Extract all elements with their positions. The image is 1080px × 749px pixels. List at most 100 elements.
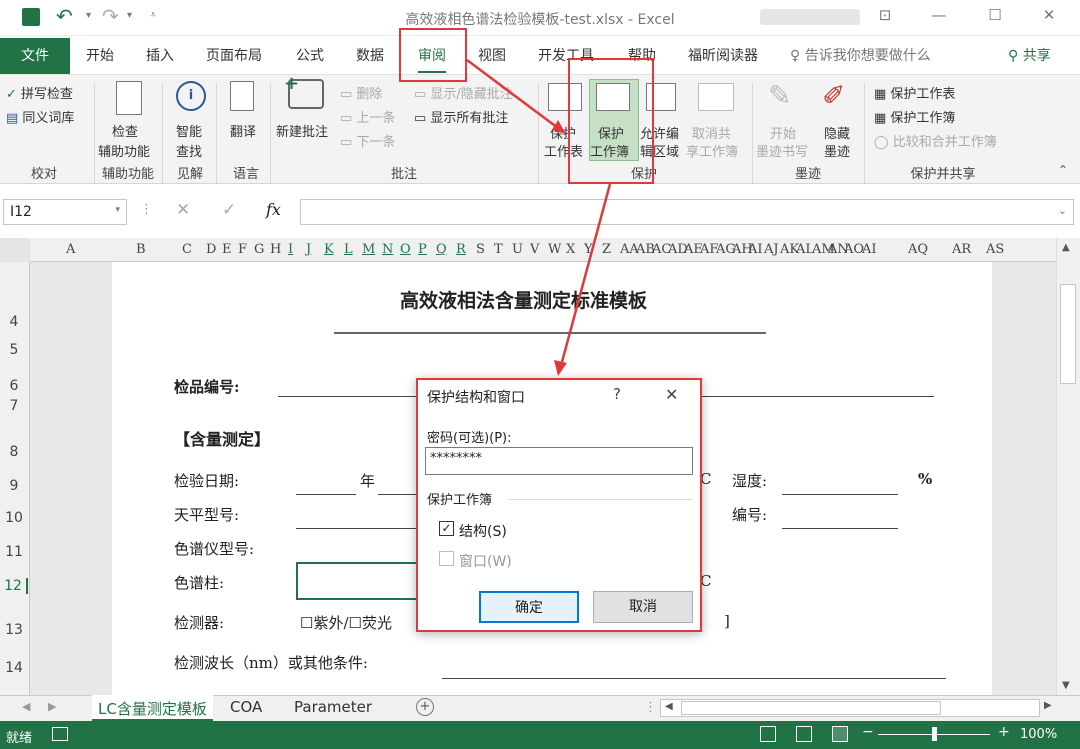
row-header-10[interactable]: 10 [0,510,28,526]
zoom-level[interactable]: 100% [1020,727,1057,742]
column-header-x[interactable]: X [566,242,575,257]
vertical-scrollbar[interactable]: ▲ ▼ [1056,238,1080,695]
column-header-b[interactable]: B [136,242,146,257]
tab-data[interactable]: 数据 [356,45,384,65]
column-header-v[interactable]: V [530,242,539,257]
delete-comment-button[interactable]: ▭ 删除 [340,83,382,102]
check-accessibility-icon[interactable] [116,81,142,115]
column-header-u[interactable]: U [512,242,523,257]
start-inking-label-1[interactable]: 开始 [770,123,796,142]
hide-ink-icon[interactable]: ✐ [822,79,845,112]
column-header-f[interactable]: F [238,242,247,257]
show-hide-comment-button[interactable]: ▭ 显示/隐藏批注 [414,83,513,102]
row-header-11[interactable]: 11 [0,544,28,560]
column-header-y[interactable]: Y [584,242,593,257]
expand-formula-bar-icon[interactable]: ⌄ [1058,204,1067,217]
column-header-r[interactable]: R [456,242,466,257]
column-header-a[interactable]: A [66,242,75,257]
active-cell-I12[interactable] [296,562,420,600]
enter-icon[interactable]: ✓ [222,200,236,220]
column-header-o[interactable]: O [400,242,411,257]
previous-comment-button[interactable]: ▭ 上一条 [340,107,395,126]
scroll-down-icon[interactable]: ▼ [1062,680,1070,691]
save-icon[interactable] [22,8,40,26]
scroll-thumb[interactable] [1060,284,1076,384]
column-header-ar[interactable]: AR [952,242,971,257]
column-header-l[interactable]: L [344,242,353,257]
column-header-c[interactable]: C [182,242,192,257]
column-header-j[interactable]: J [306,242,311,257]
unshare-workbook-icon[interactable] [698,83,734,111]
column-header-t[interactable]: T [494,242,503,257]
hscroll-left-icon[interactable]: ◀ [665,701,673,712]
cancel-icon[interactable]: ✕ [176,200,190,220]
column-header-g[interactable]: G [254,242,264,257]
zoom-in-icon[interactable]: + [998,724,1010,740]
scroll-up-icon[interactable]: ▲ [1062,242,1070,253]
redo-dropdown-icon[interactable]: ▾ [127,10,132,21]
column-header-aq[interactable]: AQ [908,242,928,257]
unshare-workbook-label-1[interactable]: 取消共 [692,123,731,142]
tab-insert[interactable]: 插入 [146,45,174,65]
check-accessibility-label-2[interactable]: 辅助功能 [98,141,150,160]
row-header-9[interactable]: 9 [0,478,28,494]
close-window-icon[interactable]: ✕ [1036,6,1062,26]
column-header-h[interactable]: H [270,242,281,257]
column-header-aj[interactable]: AJ [764,242,779,257]
tab-scroll-left-icon[interactable]: ◀ [22,700,30,713]
row-header-6[interactable]: 6 [0,378,28,394]
redo-icon[interactable]: ↷ [102,4,119,28]
column-header-s[interactable]: S [476,242,485,257]
zoom-slider-thumb[interactable] [932,727,937,741]
tab-formulas[interactable]: 公式 [296,45,324,65]
minimize-icon[interactable]: — [926,6,952,26]
maximize-icon[interactable]: ☐ [982,6,1008,26]
column-header-i[interactable]: I [288,242,293,257]
column-header-ai[interactable]: AI [862,242,877,257]
row-header-8[interactable]: 8 [0,444,28,460]
share-button[interactable]: ⚲ 共享 [1008,45,1051,65]
new-comment-label[interactable]: 新建批注 [276,121,328,140]
page-break-view-icon[interactable] [832,726,848,742]
undo-dropdown-icon[interactable]: ▾ [86,10,91,21]
row-header-13[interactable]: 13 [0,622,28,638]
column-header-k[interactable]: K [324,242,334,257]
tab-file[interactable]: 文件 [0,38,70,74]
tab-page-layout[interactable]: 页面布局 [206,45,262,65]
name-box[interactable]: I12 ▾ [3,199,127,225]
zoom-out-icon[interactable]: − [862,724,874,740]
column-header-w[interactable]: W [548,242,561,257]
next-comment-button[interactable]: ▭ 下一条 [340,131,395,150]
column-header-n[interactable]: N [382,242,393,257]
row-header-4[interactable]: 4 [0,314,28,330]
add-sheet-icon[interactable]: + [416,698,434,716]
compare-merge-button[interactable]: ◯ 比较和合并工作簿 [874,131,997,150]
show-all-comments-button[interactable]: ▭ 显示所有批注 [414,107,508,126]
tab-foxit-reader[interactable]: 福昕阅读器 [688,45,758,65]
hide-ink-label-1[interactable]: 隐藏 [824,123,850,142]
column-header-ai[interactable]: AI [748,242,763,257]
sheet-tab-lc[interactable]: LC含量测定模板 [92,695,213,721]
column-header-p[interactable]: P [418,242,427,257]
tab-split-grip-icon[interactable]: ⋮ [644,700,657,715]
horizontal-scrollbar[interactable]: ◀ [660,699,1040,717]
tab-home[interactable]: 开始 [86,45,114,65]
spell-check-button[interactable]: ✓ 拼写检查 [6,83,73,102]
column-header-m[interactable]: M [362,242,375,257]
undo-icon[interactable]: ↶ [56,4,73,28]
unshare-workbook-label-2[interactable]: 享工作簿 [686,141,738,160]
collapse-ribbon-icon[interactable]: ⌃ [1058,163,1068,177]
row-header-14[interactable]: 14 [0,660,28,676]
hide-ink-label-2[interactable]: 墨迹 [824,141,850,160]
row-header-7[interactable]: 7 [0,398,28,414]
hscroll-right-icon[interactable]: ▶ [1044,700,1052,711]
macro-record-icon[interactable] [52,727,68,741]
row-header-12[interactable]: 12 [0,578,28,594]
column-header-as[interactable]: AS [986,242,1004,257]
start-inking-icon[interactable]: ✎ [768,79,791,112]
name-box-dropdown-icon[interactable]: ▾ [115,205,120,215]
tab-view[interactable]: 视图 [478,45,506,65]
smart-lookup-icon[interactable]: i [176,81,206,111]
translate-label[interactable]: 翻译 [230,121,256,140]
column-header-z[interactable]: Z [602,242,611,257]
